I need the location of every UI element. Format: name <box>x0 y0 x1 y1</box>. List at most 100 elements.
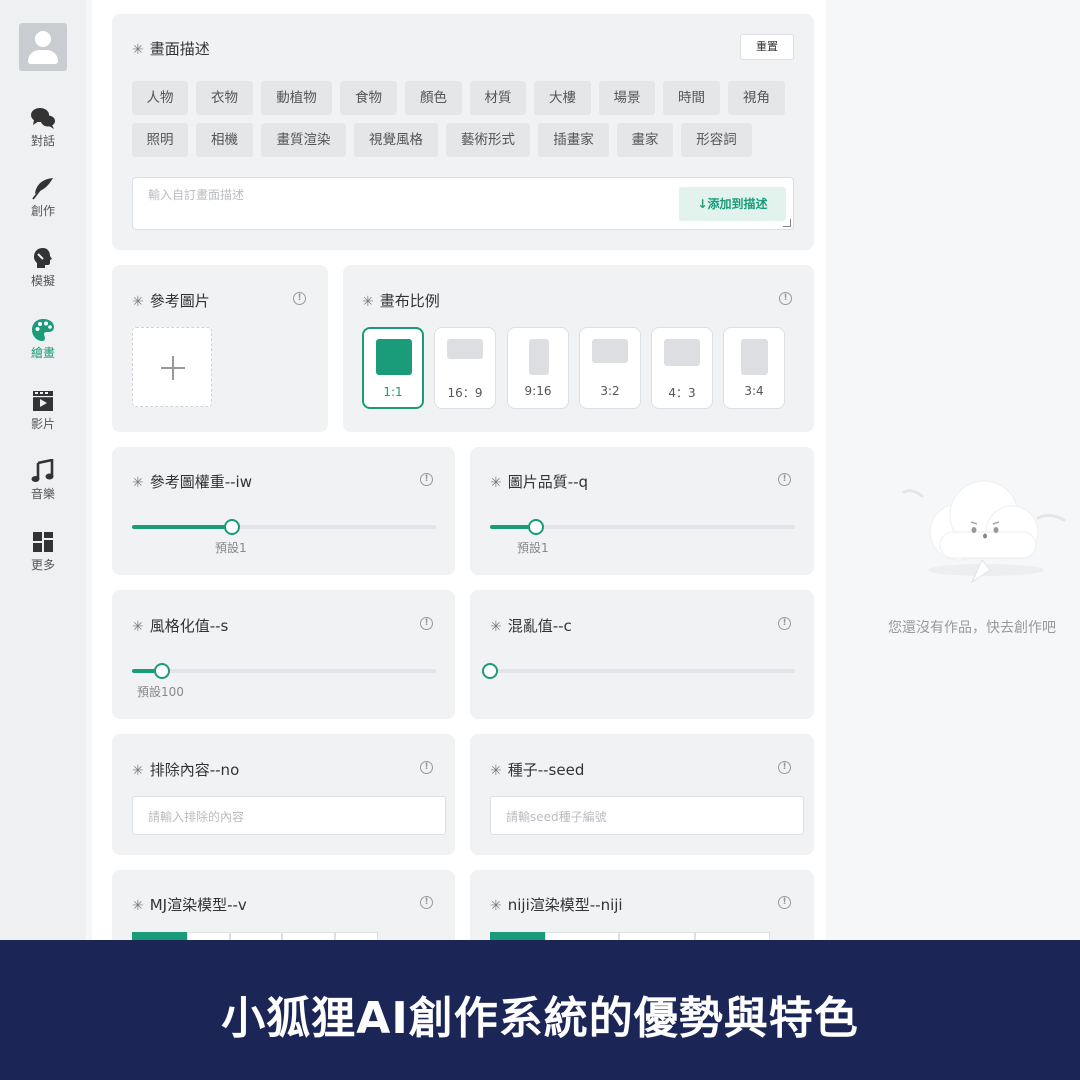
ratio-wide-icon <box>447 339 483 359</box>
ratio-wide-icon <box>664 339 700 366</box>
sidebar-item-chat[interactable]: 對話 <box>0 106 86 162</box>
description-title: ✳ 畫面描述 <box>132 40 210 58</box>
exclude-title: ✳ 排除內容--no <box>132 761 240 779</box>
seed-title: ✳ 種子--seed <box>490 761 585 779</box>
info-icon[interactable]: ! <box>420 617 433 630</box>
niji-model-option[interactable] <box>695 932 770 940</box>
mj-model-option[interactable] <box>187 932 230 940</box>
q-default-note: 預設1 <box>517 541 549 555</box>
sidebar-item-label: 音樂 <box>30 487 55 501</box>
tag[interactable]: 人物 <box>132 81 188 115</box>
mj-model-title: ✳ MJ渲染模型--v <box>132 896 247 914</box>
sidebar-item-painting[interactable]: 繪畫 <box>0 318 86 374</box>
tag[interactable]: 大樓 <box>534 81 591 115</box>
info-icon[interactable]: ! <box>779 292 792 305</box>
exclude-input[interactable]: 請輸入排除的內容 <box>132 796 446 835</box>
tag[interactable]: 畫質渲染 <box>261 123 346 157</box>
ratio-label: 9:16 <box>524 384 552 398</box>
tag[interactable]: 時間 <box>663 81 720 115</box>
tag[interactable]: 食物 <box>340 81 397 115</box>
q-slider[interactable] <box>490 519 795 535</box>
tag[interactable]: 衣物 <box>196 81 253 115</box>
ratio-label: 4：3 <box>668 386 696 400</box>
seed-input[interactable]: 請輸seed種子編號 <box>490 796 804 835</box>
info-icon[interactable]: ! <box>778 617 791 630</box>
sidebar-item-label: 更多 <box>30 558 55 572</box>
ratio-option-9-16[interactable]: 9:16 <box>507 327 569 409</box>
ratio-option-4-3[interactable]: 4：3 <box>651 327 713 409</box>
ratio-option-16-9[interactable]: 16：9 <box>434 327 496 409</box>
ratio-option-3-4[interactable]: 3:4 <box>723 327 785 409</box>
tag[interactable]: 形容詞 <box>681 123 752 157</box>
tag[interactable]: 動植物 <box>261 81 332 115</box>
c-slider[interactable] <box>482 663 795 679</box>
slider-handle[interactable] <box>527 519 544 535</box>
mj-model-option[interactable] <box>335 932 378 940</box>
info-icon[interactable]: ! <box>420 896 433 909</box>
add-to-description-button[interactable]: ↓添加到描述 <box>679 187 786 221</box>
ratio-label: 3:4 <box>744 384 764 398</box>
sidebar-item-music[interactable]: 音樂 <box>0 459 86 515</box>
video-film-icon <box>33 391 53 411</box>
c-card <box>470 590 814 719</box>
mj-model-option[interactable] <box>230 932 282 940</box>
mj-model-option[interactable] <box>132 932 187 940</box>
tag[interactable]: 插畫家 <box>538 123 609 157</box>
ratio-option-1-1[interactable]: 1:1 <box>362 327 424 409</box>
tag[interactable]: 材質 <box>470 81 526 115</box>
sidebar-item-label: 創作 <box>30 204 55 218</box>
tag[interactable]: 照明 <box>132 123 188 157</box>
exclude-card <box>112 734 455 855</box>
input-placeholder: 請輸入排除的內容 <box>148 810 245 824</box>
iw-default-note: 預設1 <box>215 541 247 555</box>
tag[interactable]: 顏色 <box>405 81 462 115</box>
ratio-square-icon <box>376 339 412 375</box>
tag[interactable]: 視角 <box>728 81 785 115</box>
tag[interactable]: 畫家 <box>617 123 673 157</box>
s-slider[interactable] <box>132 663 436 679</box>
settings-panel: ✳ 畫面描述 重置 人物 衣物 動植物 食物 顏色 材質 大樓 場景 時間 視角 … <box>92 0 826 950</box>
info-icon[interactable]: ! <box>420 473 433 486</box>
info-icon[interactable]: ! <box>778 473 791 486</box>
banner-title: 小狐狸AI創作系統的優勢與特色 <box>221 993 859 1044</box>
ratio-label: 1:1 <box>383 385 403 399</box>
canvas-ratio-title: ✳ 畫布比例 <box>362 292 440 310</box>
info-icon[interactable]: ! <box>778 896 791 909</box>
info-icon[interactable]: ! <box>778 761 791 774</box>
ratio-tall-icon <box>529 339 549 375</box>
info-icon[interactable]: ! <box>420 761 433 774</box>
reference-image-title: ✳ 參考圖片 <box>132 292 210 310</box>
niji-model-option[interactable] <box>619 932 695 940</box>
empty-gallery-text: 您還沒有作品，快去創作吧 <box>888 620 1056 636</box>
reset-button[interactable]: 重置 <box>740 34 794 60</box>
info-icon[interactable]: ! <box>293 292 306 305</box>
ratio-label: 16：9 <box>447 386 483 400</box>
tag[interactable]: 場景 <box>599 81 655 115</box>
gallery-panel: 您還沒有作品，快去創作吧 <box>834 0 1080 940</box>
input-placeholder: 請輸seed種子編號 <box>506 810 607 824</box>
sidebar-item-simulate[interactable]: 模擬 <box>0 246 86 302</box>
ratio-option-3-2[interactable]: 3:2 <box>579 327 641 409</box>
c-title: ✳ 混亂值--c <box>490 617 572 635</box>
avatar[interactable] <box>19 23 67 71</box>
palette-icon <box>32 319 54 341</box>
q-title: ✳ 圖片品質--q <box>490 473 589 491</box>
sidebar-item-label: 模擬 <box>30 274 55 288</box>
s-title: ✳ 風格化值--s <box>132 617 229 635</box>
tag[interactable]: 視覺風格 <box>354 123 438 157</box>
sidebar-item-video[interactable]: 影片 <box>0 389 86 445</box>
iw-slider[interactable] <box>132 519 436 535</box>
mj-model-option[interactable] <box>282 932 335 940</box>
niji-model-option[interactable] <box>545 932 619 940</box>
tag[interactable]: 藝術形式 <box>446 123 530 157</box>
ratio-tall-icon <box>741 339 768 375</box>
slider-handle[interactable] <box>482 663 498 679</box>
sidebar-item-label: 影片 <box>30 417 55 431</box>
sidebar-item-more[interactable]: 更多 <box>0 530 86 586</box>
upload-image-button[interactable] <box>132 327 212 407</box>
ratio-wide-icon <box>592 339 628 363</box>
tag[interactable]: 相機 <box>196 123 253 157</box>
grid-more-icon <box>33 532 53 552</box>
niji-model-option[interactable] <box>490 932 545 940</box>
sidebar-item-create[interactable]: 創作 <box>0 176 86 232</box>
